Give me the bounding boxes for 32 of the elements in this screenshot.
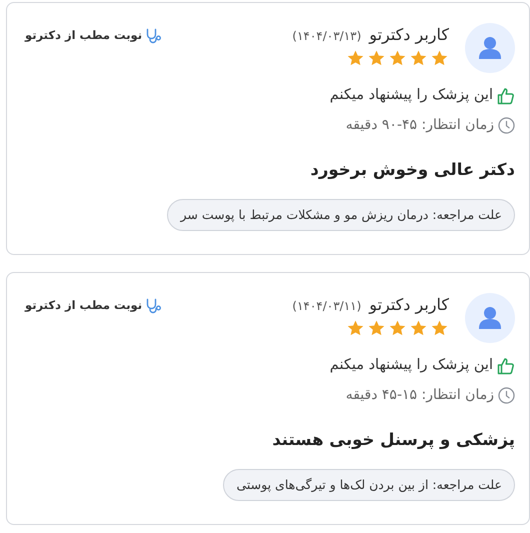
- user-icon: [479, 36, 501, 60]
- user-name: کاربر دکترتو: [369, 294, 449, 316]
- visit-reason-tag: علت مراجعه: درمان ریزش مو و مشکلات مرتبط با پوست سر: [167, 198, 515, 232]
- star-icon: [367, 49, 386, 68]
- recommend-text: این پزشک را پیشنهاد میکنم: [330, 86, 493, 105]
- wait-time: زمان انتظار: ۴۵-۹۰ دقیقه: [346, 116, 494, 135]
- star-icon: [409, 49, 428, 68]
- review-comment: دکتر عالی وخوش برخورد: [309, 158, 515, 181]
- star-icon: [346, 319, 365, 338]
- visit-reason-tag: علت مراجعه: از بین بردن لک‌ها و تیرگی‌های پوستی: [223, 468, 515, 502]
- star-icon: [367, 319, 386, 338]
- thumbs-up-icon: [497, 86, 515, 105]
- star-icon: [430, 319, 449, 338]
- star-icon: [388, 319, 407, 338]
- star-icon: [430, 49, 449, 68]
- source-label: نوبت مطب از دکترتو: [25, 27, 142, 44]
- stethoscope-icon: [146, 298, 162, 314]
- star-icon: [346, 49, 365, 68]
- star-icon: [388, 49, 407, 68]
- wait-time: زمان انتظار: ۱۵-۴۵ دقیقه: [346, 386, 494, 405]
- clock-icon: [498, 116, 515, 134]
- star-icon: [409, 319, 428, 338]
- review-date: (۱۴۰۴/۰۳/۱۳): [292, 28, 362, 45]
- source-label: نوبت مطب از دکترتو: [25, 297, 142, 314]
- recommend-text: این پزشک را پیشنهاد میکنم: [330, 356, 493, 375]
- review-comment: پزشکی و پرسنل خوبی هستند: [271, 428, 515, 451]
- stethoscope-icon: [146, 28, 162, 44]
- clock-icon: [498, 386, 515, 404]
- review-date: (۱۴۰۴/۰۳/۱۱): [292, 298, 362, 315]
- user-name: کاربر دکترتو: [369, 24, 449, 46]
- thumbs-up-icon: [497, 356, 515, 375]
- user-icon: [479, 306, 501, 330]
